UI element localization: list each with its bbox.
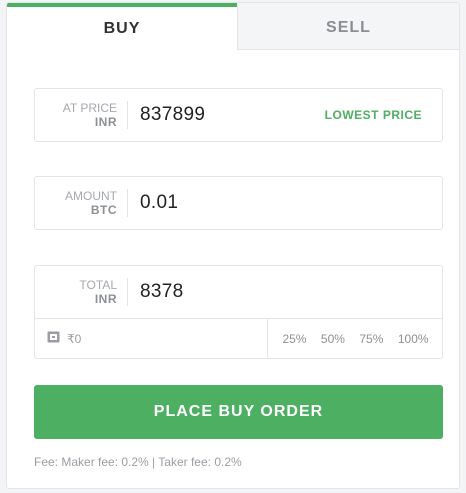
percent-50-button[interactable]: 50% bbox=[321, 332, 345, 346]
total-input[interactable]: 8378 bbox=[140, 266, 183, 318]
tab-sell[interactable]: SELL bbox=[237, 3, 459, 50]
wallet-balance-value: ₹0 bbox=[67, 331, 82, 346]
wallet-balance: ₹0 bbox=[47, 319, 81, 358]
price-label: AT PRICE INR bbox=[35, 89, 127, 141]
percentage-selector: 25% 50% 75% 100% bbox=[267, 319, 443, 358]
price-field[interactable]: AT PRICE INR 837899 LOWEST PRICE bbox=[34, 88, 443, 142]
price-label-currency: INR bbox=[94, 115, 117, 129]
price-label-title: AT PRICE bbox=[62, 101, 117, 115]
amount-label: AMOUNT BTC bbox=[35, 177, 127, 229]
order-panel: BUY SELL AT PRICE INR 837899 LOWEST PRIC… bbox=[6, 2, 460, 489]
total-label: TOTAL INR bbox=[35, 266, 127, 318]
total-footer: ₹0 25% 50% 75% 100% bbox=[35, 318, 442, 358]
amount-label-title: AMOUNT bbox=[65, 189, 117, 203]
total-field: TOTAL INR 8378 ₹0 25% 50% 75% 100% bbox=[34, 265, 443, 359]
total-label-currency: INR bbox=[94, 292, 117, 306]
total-divider bbox=[127, 278, 128, 306]
tab-buy[interactable]: BUY bbox=[7, 3, 237, 50]
order-tabs: BUY SELL bbox=[7, 3, 459, 50]
lowest-price-button[interactable]: LOWEST PRICE bbox=[325, 89, 422, 141]
wallet-icon bbox=[47, 331, 60, 346]
price-input[interactable]: 837899 bbox=[140, 89, 205, 141]
percent-100-button[interactable]: 100% bbox=[398, 332, 429, 346]
percent-25-button[interactable]: 25% bbox=[282, 332, 306, 346]
total-label-title: TOTAL bbox=[79, 278, 117, 292]
place-buy-order-button[interactable]: PLACE BUY ORDER bbox=[34, 385, 443, 439]
amount-field[interactable]: AMOUNT BTC 0.01 bbox=[34, 176, 443, 230]
amount-divider bbox=[127, 189, 128, 217]
price-divider bbox=[127, 101, 128, 129]
amount-input[interactable]: 0.01 bbox=[140, 177, 178, 229]
fee-info: Fee: Maker fee: 0.2% | Taker fee: 0.2% bbox=[34, 455, 242, 469]
percent-75-button[interactable]: 75% bbox=[359, 332, 383, 346]
amount-label-currency: BTC bbox=[90, 203, 117, 217]
